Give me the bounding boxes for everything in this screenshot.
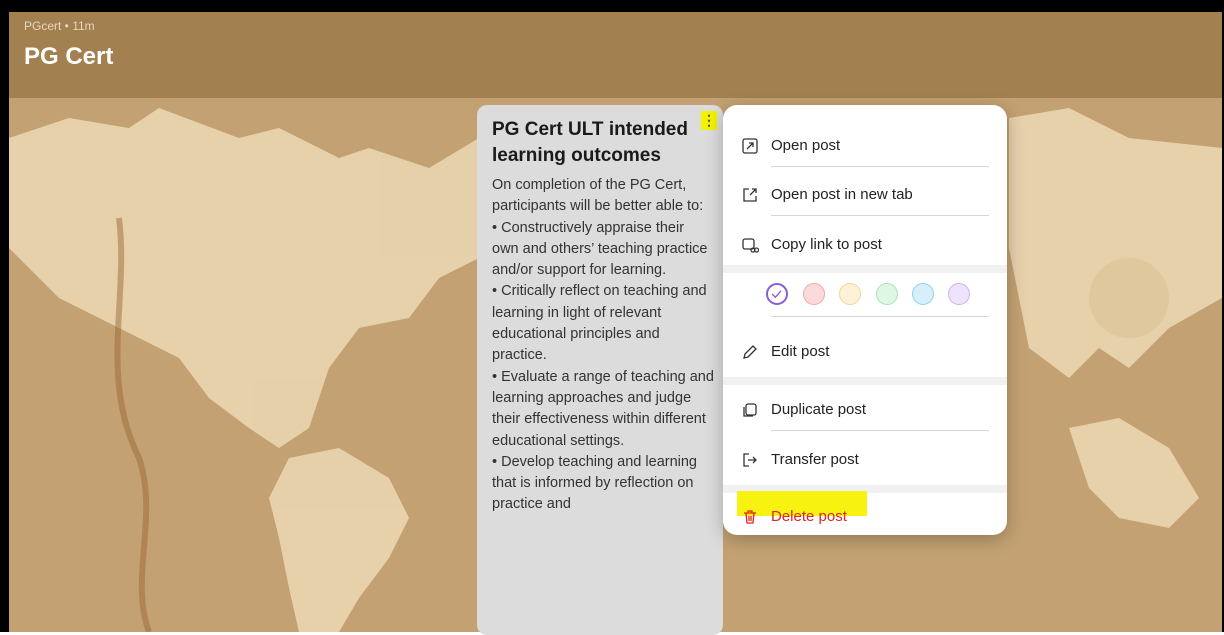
trash-icon — [744, 510, 756, 524]
color-swatch-blue[interactable] — [912, 283, 934, 305]
menu-item-duplicate-post[interactable]: Duplicate post — [723, 390, 1007, 430]
color-swatch-red[interactable] — [803, 283, 825, 305]
menu-divider — [771, 430, 989, 431]
board-title: PG Cert — [24, 43, 114, 70]
menu-divider — [771, 316, 989, 317]
menu-item-label: Delete post — [771, 508, 847, 525]
post-body: On completion of the PG Cert, participan… — [492, 177, 714, 513]
menu-item-open-new-tab[interactable]: Open post in new tab — [723, 175, 1007, 215]
menu-item-delete-post[interactable]: Delete post — [723, 497, 1007, 535]
menu-divider — [771, 166, 989, 167]
menu-item-open-post[interactable]: Open post — [723, 126, 1007, 166]
board-meta: PGcert • 11m — [24, 19, 95, 33]
menu-section-band — [723, 265, 1007, 273]
screenshot-frame: PGcert • 11m PG Cert PG Cert ULT intende… — [0, 0, 1224, 635]
post-context-menu: Open post Open post in new tab Copy link… — [723, 105, 1007, 535]
menu-item-label: Open post — [771, 137, 841, 154]
post-title: PG Cert ULT intended learning outcomes — [492, 119, 688, 166]
board-header: PGcert • 11m PG Cert — [9, 12, 1222, 98]
color-swatch-yellow[interactable] — [839, 283, 861, 305]
color-swatch-white[interactable] — [766, 283, 788, 305]
color-swatch-purple[interactable] — [948, 283, 970, 305]
menu-item-label: Duplicate post — [771, 401, 867, 418]
menu-item-label: Transfer post — [771, 451, 859, 468]
menu-item-label: Edit post — [771, 343, 830, 360]
transfer-icon — [743, 453, 757, 467]
check-icon — [771, 290, 782, 299]
menu-section-band — [723, 377, 1007, 385]
post-card[interactable]: PG Cert ULT intended learning outcomes O… — [477, 105, 723, 635]
menu-item-label: Copy link to post — [771, 236, 882, 253]
link-icon — [742, 238, 759, 253]
duplicate-icon — [743, 403, 757, 417]
pencil-icon — [743, 345, 757, 359]
menu-item-label: Open post in new tab — [771, 186, 913, 203]
external-link-icon — [743, 188, 757, 202]
expand-icon — [742, 138, 758, 154]
menu-item-transfer-post[interactable]: Transfer post — [723, 440, 1007, 480]
kebab-icon[interactable]: ⋮ — [701, 111, 717, 130]
menu-item-edit-post[interactable]: Edit post — [723, 332, 1007, 372]
color-swatch-green[interactable] — [876, 283, 898, 305]
menu-divider — [771, 215, 989, 216]
menu-item-copy-link[interactable]: Copy link to post — [723, 225, 1007, 265]
